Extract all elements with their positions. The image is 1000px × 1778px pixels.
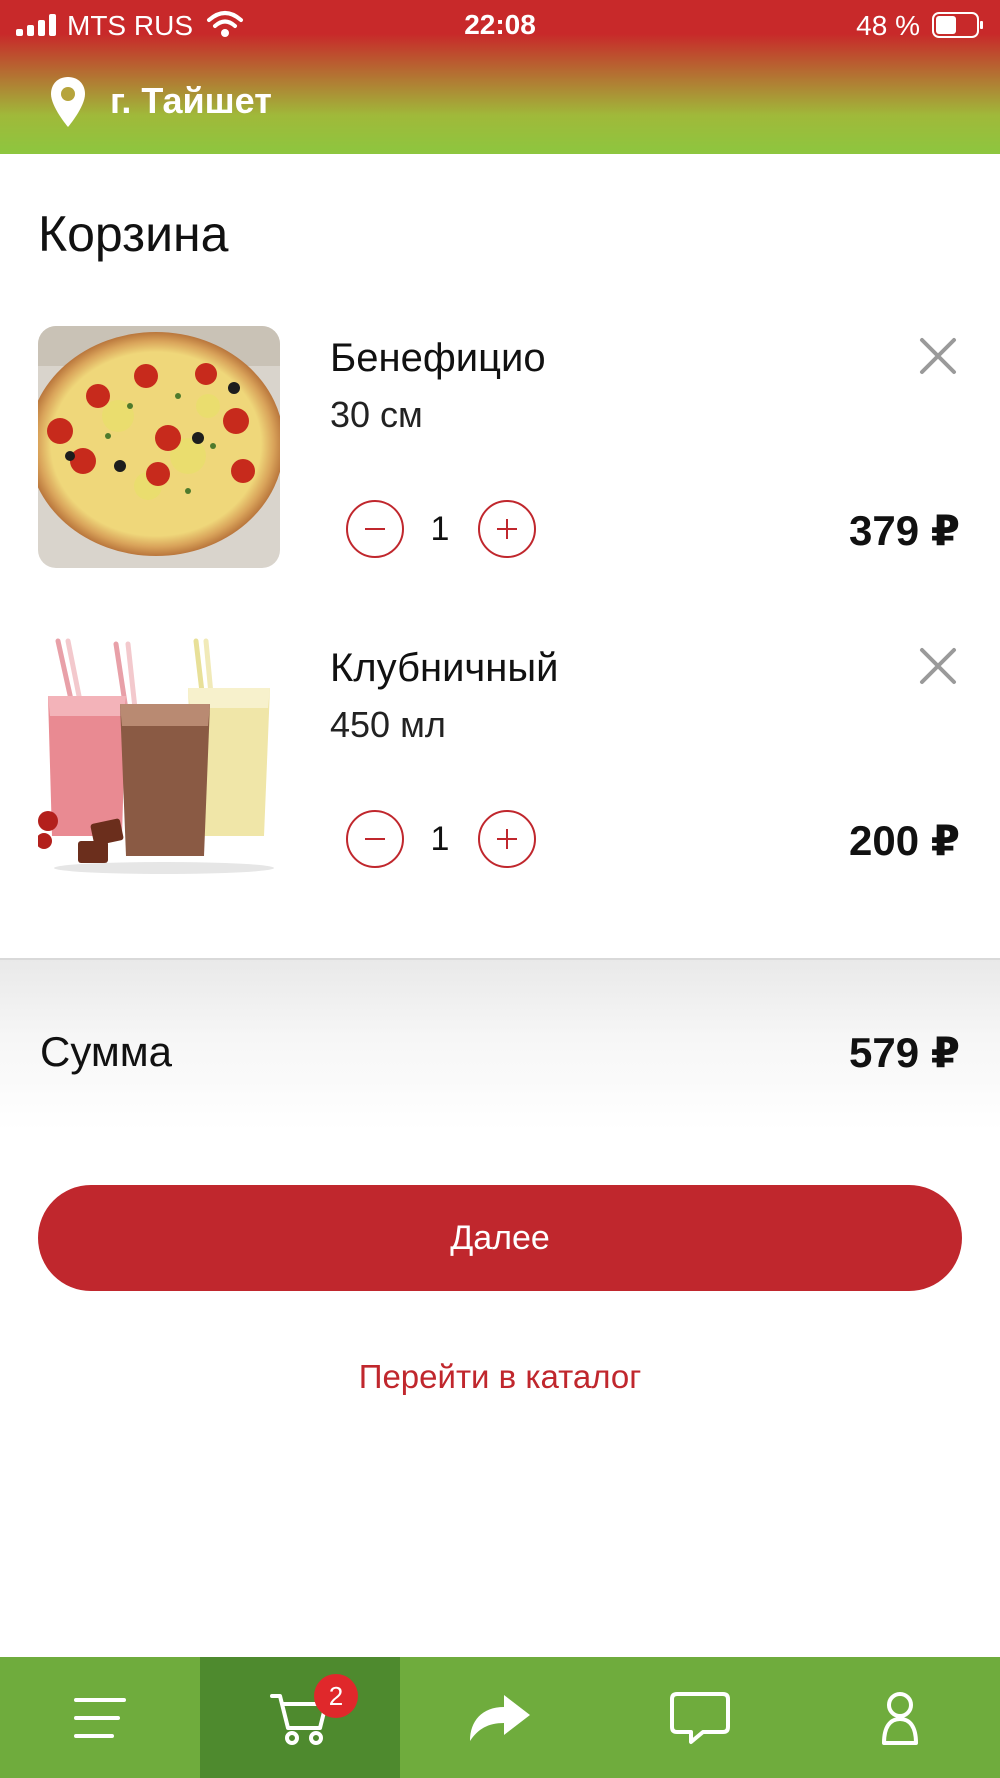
city-name: г. Тайшет <box>110 80 272 121</box>
sum-label: Сумма <box>40 1028 172 1075</box>
tab-menu[interactable] <box>0 1657 200 1778</box>
tab-cart[interactable]: 2 <box>200 1657 400 1778</box>
bottom-tab-bar: 2 <box>0 1657 1000 1778</box>
menu-icon <box>74 1697 126 1738</box>
tab-profile[interactable] <box>800 1657 1000 1778</box>
page-title: Корзина <box>38 206 229 262</box>
decrease-quantity-button[interactable] <box>346 810 404 868</box>
battery-icon <box>932 12 983 38</box>
sum-value: 579 ₽ <box>849 1029 960 1076</box>
milkshakes-photo <box>38 636 280 878</box>
cart-summary: Сумма 579 ₽ <box>0 958 1000 1130</box>
item-size: 30 см <box>330 394 423 435</box>
tab-share[interactable] <box>400 1657 600 1778</box>
location-pin-icon <box>51 77 85 127</box>
cart-item: Клубничный 450 мл 1 200 ₽ <box>0 636 1000 886</box>
item-price: 200 ₽ <box>849 817 960 864</box>
go-to-catalog-link[interactable]: Перейти в каталог <box>0 1358 1000 1396</box>
item-price: 379 ₽ <box>849 507 960 554</box>
app-header: MTS RUS 22:08 48 % г. Тайшет <box>0 0 1000 154</box>
pizza-photo <box>38 326 280 568</box>
item-size: 450 мл <box>330 704 446 745</box>
status-bar: MTS RUS 22:08 48 % <box>0 0 1000 52</box>
increase-quantity-button[interactable] <box>478 500 536 558</box>
cart-count-badge: 2 <box>314 1674 358 1718</box>
next-button[interactable]: Далее <box>38 1185 962 1291</box>
chat-icon <box>670 1691 730 1744</box>
city-selector[interactable]: г. Тайшет <box>0 68 1000 138</box>
profile-icon <box>882 1691 918 1745</box>
clock: 22:08 <box>464 9 536 40</box>
tab-chat[interactable] <box>600 1657 800 1778</box>
item-name: Клубничный <box>330 646 559 690</box>
battery-percentage: 48 % <box>856 10 920 41</box>
share-icon <box>470 1694 530 1741</box>
decrease-quantity-button[interactable] <box>346 500 404 558</box>
close-icon[interactable] <box>916 644 960 688</box>
close-icon[interactable] <box>916 334 960 378</box>
item-name: Бенефицио <box>330 336 546 380</box>
cart-item: Бенефицио 30 см 1 379 ₽ <box>0 326 1000 576</box>
item-quantity: 1 <box>430 510 450 548</box>
increase-quantity-button[interactable] <box>478 810 536 868</box>
item-quantity: 1 <box>430 820 450 858</box>
